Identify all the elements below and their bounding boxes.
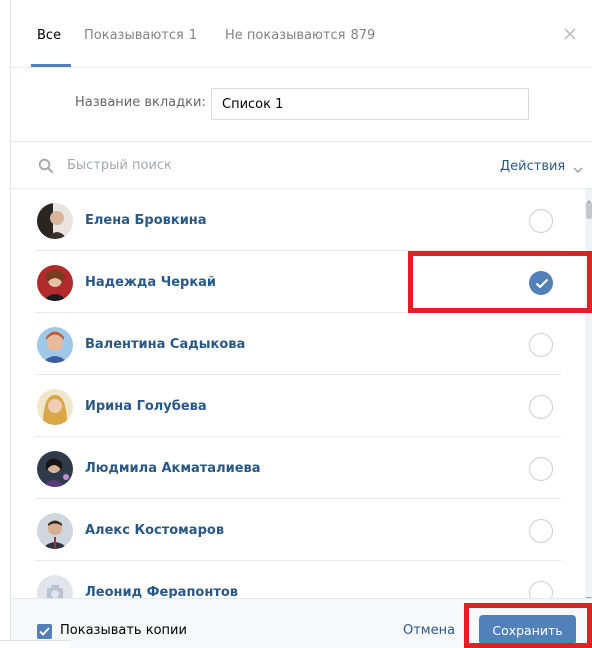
search-input[interactable]: Быстрый поиск <box>67 158 172 173</box>
scrollbar-thumb[interactable] <box>586 203 592 219</box>
tab-hidden[interactable]: Не показываются 879 <box>225 28 375 43</box>
close-icon[interactable] <box>561 25 579 43</box>
tab-shown-count: 1 <box>188 28 198 43</box>
tab-hidden-label: Не показываются <box>225 28 346 43</box>
chevron-down-icon <box>573 163 583 173</box>
avatar <box>37 389 73 425</box>
page-edge <box>0 0 10 648</box>
tab-bar: Все Показываются 1 Не показываются 879 <box>11 0 592 68</box>
user-name[interactable]: Надежда Черкай <box>85 275 216 290</box>
tab-shown[interactable]: Показываются 1 <box>84 28 197 43</box>
active-tab-indicator <box>31 64 71 67</box>
cancel-button[interactable]: Отмена <box>403 623 455 638</box>
avatar <box>37 451 73 487</box>
user-name[interactable]: Валентина Садыкова <box>85 337 245 352</box>
friends-list: Елена Бровкина Надежда Черкай Валентина … <box>11 189 585 598</box>
scroll-down-arrow-icon[interactable] <box>585 588 592 601</box>
checkmark-icon <box>39 627 50 636</box>
avatar <box>37 575 73 598</box>
modal-footer: Показывать копии Отмена Сохранить <box>11 598 592 648</box>
user-name[interactable]: Алекс Костомаров <box>85 523 224 538</box>
avatar <box>37 513 73 549</box>
page-edge <box>0 640 70 648</box>
select-circle[interactable] <box>529 581 553 598</box>
select-circle[interactable] <box>529 209 553 233</box>
user-name[interactable]: Елена Бровкина <box>85 213 207 228</box>
list-item[interactable]: Леонид Ферапонтов <box>11 561 585 598</box>
select-circle[interactable] <box>529 457 553 481</box>
tab-name-input[interactable] <box>211 88 529 120</box>
tab-shown-label: Показываются <box>84 28 184 43</box>
user-name[interactable]: Ирина Голубева <box>85 399 207 414</box>
list-item[interactable]: Надежда Черкай <box>11 251 585 313</box>
tab-name-label: Название вкладки: <box>75 95 206 110</box>
scrollbar[interactable] <box>585 189 592 601</box>
tab-all[interactable]: Все <box>37 28 61 43</box>
show-copies-label[interactable]: Показывать копии <box>60 623 187 638</box>
actions-dropdown[interactable]: Действия <box>500 159 583 174</box>
avatar <box>37 327 73 363</box>
list-item[interactable]: Ирина Голубева <box>11 375 585 437</box>
search-icon <box>38 158 54 174</box>
save-button[interactable]: Сохранить <box>479 615 576 645</box>
list-item[interactable]: Алекс Костомаров <box>11 499 585 561</box>
select-circle-checked[interactable] <box>529 271 553 295</box>
tab-hidden-count: 879 <box>350 28 376 43</box>
list-settings-modal: Все Показываются 1 Не показываются 879 Наз… <box>10 0 592 648</box>
list-item[interactable]: Людмила Акматалиева <box>11 437 585 499</box>
scroll-up-arrow-icon[interactable] <box>585 191 592 204</box>
select-circle[interactable] <box>529 333 553 357</box>
checkmark-icon <box>535 278 549 289</box>
user-name[interactable]: Леонид Ферапонтов <box>85 585 238 598</box>
avatar <box>37 265 73 301</box>
list-item[interactable]: Валентина Садыкова <box>11 313 585 375</box>
divider <box>11 141 592 142</box>
user-name[interactable]: Людмила Акматалиева <box>85 461 261 476</box>
show-copies-checkbox[interactable] <box>37 624 52 639</box>
tab-all-label: Все <box>37 28 62 43</box>
list-item[interactable]: Елена Бровкина <box>11 189 585 251</box>
select-circle[interactable] <box>529 519 553 543</box>
actions-label: Действия <box>500 159 566 174</box>
avatar <box>37 203 73 239</box>
select-circle[interactable] <box>529 395 553 419</box>
